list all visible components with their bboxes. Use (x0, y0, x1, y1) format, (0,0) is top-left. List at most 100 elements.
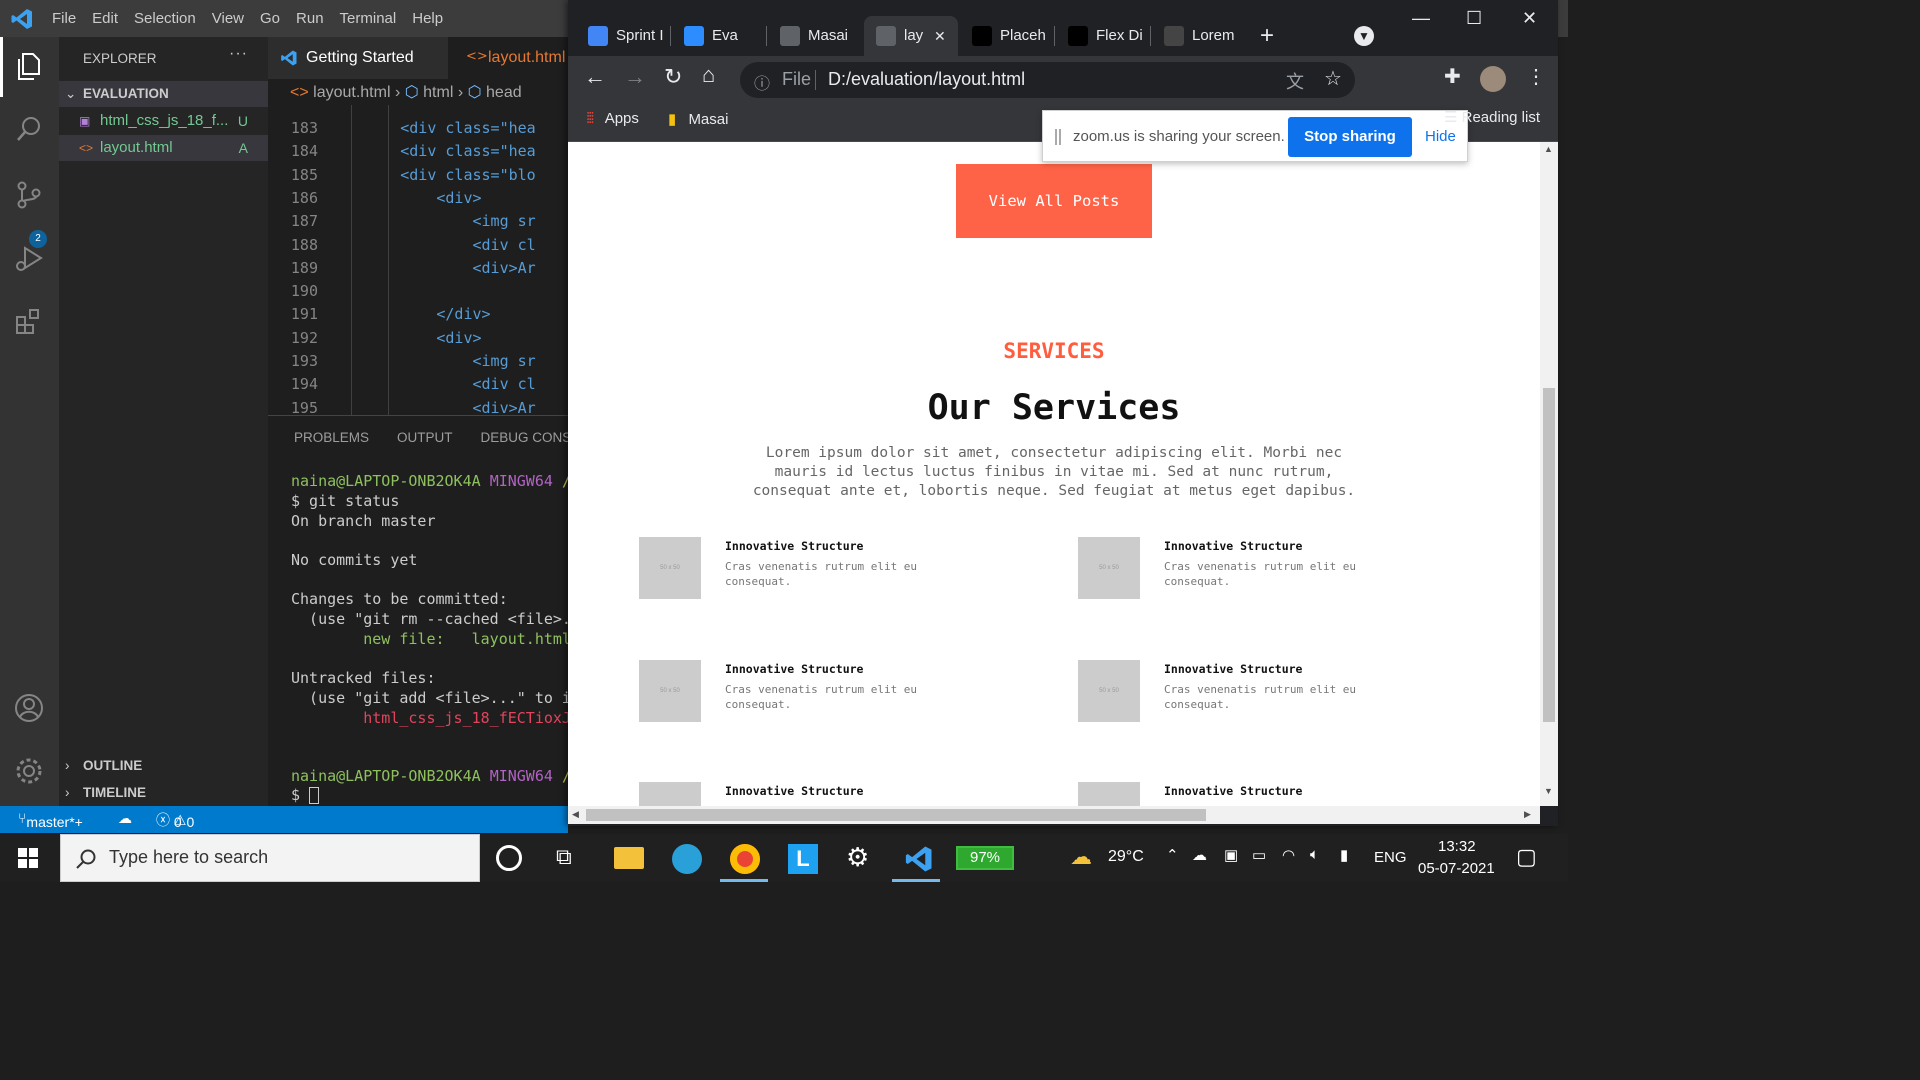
bookmark-masai[interactable]: ▮ Masai (668, 110, 728, 128)
chrome-menu-icon[interactable]: ⋮ (1526, 64, 1546, 89)
code-line[interactable]: 191 </div> (268, 303, 568, 326)
chrome-tab[interactable]: Eva (672, 16, 766, 56)
settings-gear-icon[interactable] (13, 755, 45, 787)
folder-evaluation[interactable]: ⌄ EVALUATION (59, 81, 268, 107)
menu-view[interactable]: View (212, 10, 254, 27)
code-line[interactable]: 193 <img sr (268, 350, 568, 373)
chrome-tab[interactable]: Placeh (960, 16, 1054, 56)
edge-icon[interactable] (672, 844, 702, 874)
outline-section[interactable]: › OUTLINE (59, 753, 268, 779)
menu-go[interactable]: Go (260, 10, 290, 27)
stop-sharing-button[interactable]: Stop sharing (1288, 117, 1412, 157)
code-line[interactable]: 188 <div cl (268, 234, 568, 257)
weather-icon[interactable]: ☁ (1070, 844, 1092, 870)
terminal-input[interactable]: $ (291, 786, 568, 806)
show-hidden-icons-icon[interactable]: ⌃ (1166, 846, 1179, 864)
volume-icon[interactable]: 🔈︎ (1310, 846, 1319, 863)
menu-run[interactable]: Run (296, 10, 334, 27)
vscode-taskbar-icon[interactable] (904, 844, 934, 874)
code-line[interactable]: 187 <img sr (268, 210, 568, 233)
chrome-tab[interactable]: Masai (768, 16, 862, 56)
sync-icon[interactable]: ☁ (118, 810, 132, 827)
scroll-left-icon[interactable]: ◀ (572, 809, 579, 820)
run-debug-icon[interactable] (13, 242, 45, 274)
code-line[interactable]: 185 <div class="blo (268, 164, 568, 187)
scroll-down-icon[interactable]: ▼ (1544, 786, 1553, 796)
url-text[interactable]: D:/evaluation/layout.html (828, 69, 1025, 90)
back-icon[interactable]: ← (584, 64, 606, 90)
bookmark-star-icon[interactable]: ☆ (1324, 66, 1342, 91)
menu-file[interactable]: File (52, 10, 86, 27)
minimize-icon[interactable]: — (1412, 8, 1430, 29)
settings-taskbar-icon[interactable]: ⚙ (846, 842, 869, 873)
chrome-tab[interactable]: Sprint I (576, 16, 670, 56)
code-line[interactable]: 184 <div class="hea (268, 140, 568, 163)
scroll-up-icon[interactable]: ▲ (1544, 144, 1553, 154)
extensions-icon[interactable] (13, 305, 45, 337)
menu-edit[interactable]: Edit (92, 10, 128, 27)
chrome-taskbar-icon[interactable] (730, 844, 760, 874)
translate-icon[interactable]: 文 (1286, 68, 1304, 94)
breadcrumb-file[interactable]: layout.html (313, 84, 390, 101)
close-window-icon[interactable]: ✕ (1522, 8, 1537, 29)
menu-selection[interactable]: Selection (134, 10, 206, 27)
notifications-icon[interactable]: ▢ (1516, 844, 1537, 870)
maximize-icon[interactable]: ☐ (1466, 8, 1482, 29)
account-icon[interactable] (13, 692, 45, 724)
wifi-icon[interactable]: ◠ (1282, 846, 1295, 864)
code-line[interactable]: 192 <div> (268, 327, 568, 350)
battery-widget[interactable]: 97% (956, 846, 1014, 870)
clock-time[interactable]: 13:32 (1438, 838, 1476, 855)
timeline-section[interactable]: › TIMELINE (59, 780, 268, 806)
bookmark-apps[interactable]: ⁞⁞⁞ Apps (586, 110, 639, 127)
temperature[interactable]: 29°C (1108, 848, 1144, 866)
extensions-puzzle-icon[interactable]: ✚ (1444, 64, 1461, 89)
l-app-icon[interactable]: L (788, 844, 818, 874)
address-bar[interactable]: ⓘ File D:/evaluation/layout.html 文 ☆ (740, 62, 1355, 98)
menu-help[interactable]: Help (412, 10, 453, 27)
info-icon[interactable]: ⓘ (754, 70, 770, 94)
cortana-icon[interactable] (496, 845, 522, 871)
drag-handle-icon[interactable] (1055, 129, 1061, 145)
code-line[interactable]: 194 <div cl (268, 373, 568, 396)
reading-list-button[interactable]: ☰ Reading list (1444, 108, 1540, 126)
menu-terminal[interactable]: Terminal (340, 10, 407, 27)
vertical-scrollbar[interactable]: ▲ ▼ (1540, 142, 1558, 806)
file-item-html-css-js[interactable]: ▣ html_css_js_18_f... U (59, 108, 268, 134)
horizontal-scrollbar[interactable]: ◀ ▶ (568, 806, 1540, 824)
source-control-icon[interactable] (13, 179, 45, 211)
clock-date[interactable]: 05-07-2021 (1418, 860, 1495, 877)
explorer-more-icon[interactable]: ··· (229, 45, 248, 63)
code-line[interactable]: 186 <div> (268, 187, 568, 210)
code-line[interactable]: 195 <div>Ar (268, 397, 568, 415)
reload-icon[interactable]: ↻ (664, 64, 682, 90)
view-all-posts-button[interactable]: View All Posts (956, 164, 1152, 238)
windows-start-icon[interactable] (18, 848, 38, 868)
forward-icon[interactable]: → (624, 64, 646, 90)
task-view-icon[interactable]: ⧉ (556, 844, 572, 870)
code-line[interactable]: 190 (268, 280, 568, 303)
chrome-tab[interactable]: lay ✕ (864, 16, 958, 56)
onedrive-icon[interactable]: ☁ (1192, 846, 1207, 864)
file-explorer-icon[interactable] (614, 847, 644, 869)
code-line[interactable]: 183 <div class="hea (268, 117, 568, 140)
taskbar-search[interactable]: Type here to search (60, 834, 480, 882)
problems-status[interactable]: ⓧ 0 ⚠ 0 (156, 810, 194, 830)
meet-now-icon[interactable]: ▣ (1224, 846, 1238, 864)
microphone-icon[interactable]: ▮ (1340, 846, 1348, 864)
git-branch-status[interactable]: ⑂ master*+ (18, 810, 83, 830)
scroll-right-icon[interactable]: ▶ (1524, 809, 1531, 820)
new-tab-button[interactable]: + (1260, 22, 1274, 50)
chrome-tab[interactable]: Flex Di (1056, 16, 1150, 56)
battery-tray-icon[interactable]: ▭ (1252, 846, 1266, 864)
vertical-scroll-thumb[interactable] (1543, 388, 1555, 722)
tab-problems[interactable]: PROBLEMS (294, 430, 369, 445)
breadcrumb-html[interactable]: html (423, 84, 453, 101)
tab-debug-console[interactable]: DEBUG CONSOL (481, 430, 568, 445)
home-icon[interactable]: ⌂ (702, 62, 715, 88)
tab-output[interactable]: OUTPUT (397, 430, 453, 445)
profile-avatar[interactable] (1480, 66, 1506, 92)
close-tab-icon[interactable]: ✕ (934, 16, 946, 56)
tab-search-icon[interactable]: ▼ (1354, 26, 1374, 46)
language-indicator[interactable]: ENG (1374, 849, 1407, 866)
